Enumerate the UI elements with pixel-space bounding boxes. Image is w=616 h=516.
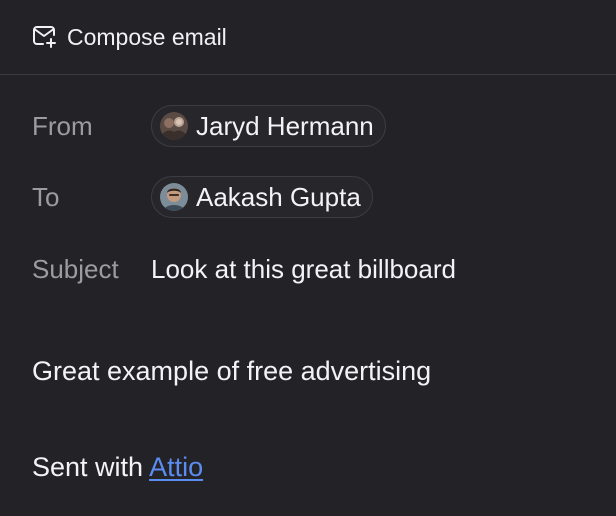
attio-link[interactable]: Attio bbox=[149, 452, 203, 482]
email-body-text[interactable]: Great example of free advertising bbox=[32, 354, 431, 388]
email-signature[interactable]: Sent with Attio bbox=[32, 450, 203, 484]
avatar-icon bbox=[160, 183, 188, 211]
avatar-icon bbox=[160, 112, 188, 140]
from-recipient-name: Jaryd Hermann bbox=[196, 111, 374, 141]
signature-prefix: Sent with bbox=[32, 452, 150, 482]
mail-plus-icon bbox=[31, 24, 59, 50]
to-recipient-chip[interactable]: Aakash Gupta bbox=[151, 176, 373, 218]
subject-field[interactable]: Look at this great billboard bbox=[151, 253, 456, 285]
compose-header: Compose email bbox=[0, 0, 616, 75]
subject-label: Subject bbox=[32, 254, 119, 284]
from-label: From bbox=[32, 111, 93, 141]
to-recipient-name: Aakash Gupta bbox=[196, 182, 361, 212]
compose-title: Compose email bbox=[67, 24, 227, 50]
to-label: To bbox=[32, 182, 60, 212]
from-recipient-chip[interactable]: Jaryd Hermann bbox=[151, 105, 386, 147]
